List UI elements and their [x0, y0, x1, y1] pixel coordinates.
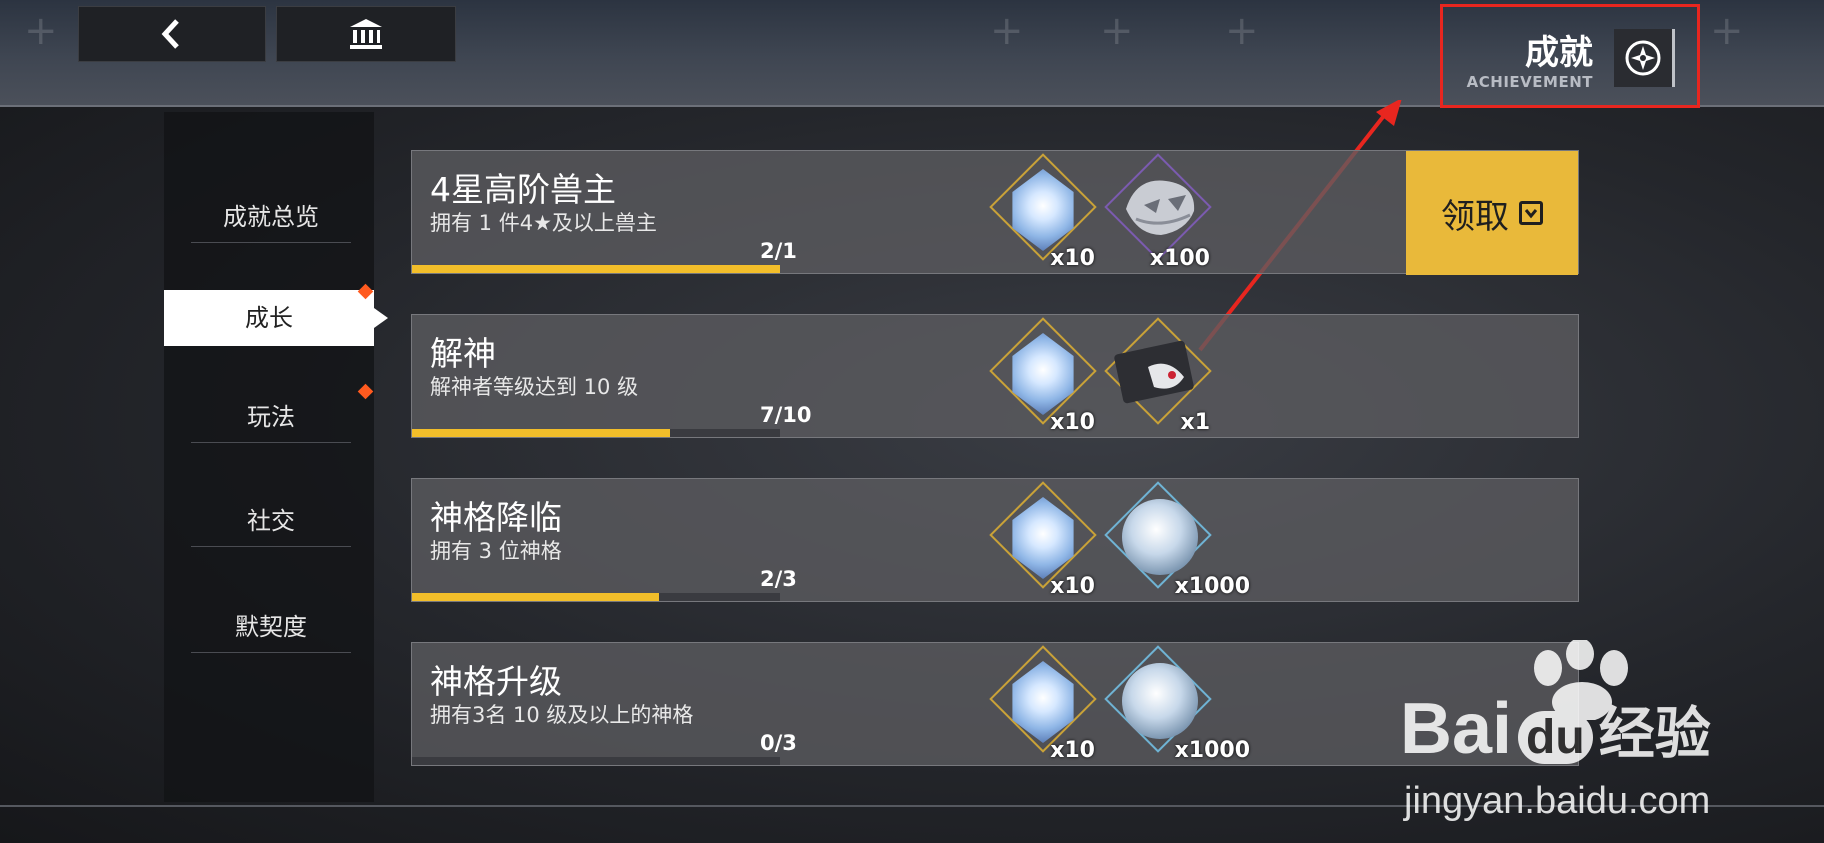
sidebar: 成就总览 成长 玩法 社交 默契度	[164, 112, 388, 802]
page-title: 成就	[1525, 33, 1593, 73]
achievement-desc: 拥有 3 位神格	[430, 539, 562, 563]
watermark-url: jingyan.baidu.com	[1404, 780, 1711, 822]
reward-qty: x100	[1149, 246, 1210, 271]
claim-label: 领取	[1441, 196, 1509, 237]
sidebar-item-label: 社交	[247, 507, 295, 535]
reward-qty: x1000	[1174, 574, 1250, 599]
sidebar-item-tacit[interactable]: 默契度	[191, 602, 351, 653]
progress-text: 0/3	[760, 731, 797, 755]
reward-item[interactable]: x100	[1102, 153, 1212, 273]
reward-qty: x10	[1050, 738, 1095, 763]
active-pointer	[374, 308, 388, 328]
reward-item[interactable]: x1	[1102, 317, 1212, 437]
achievement-title: 4星高阶兽主	[430, 170, 616, 209]
baidu-watermark: Bai du 经验 jingyan.baidu.com	[1400, 640, 1820, 840]
notification-dot	[357, 383, 374, 400]
sidebar-item-label: 成就总览	[223, 203, 319, 231]
progress-text: 2/3	[760, 567, 797, 591]
sidebar-item-gameplay[interactable]: 玩法	[191, 392, 351, 443]
decor-plus: +	[1225, 8, 1259, 54]
decor-plus: +	[1710, 8, 1744, 54]
back-button[interactable]	[78, 6, 266, 62]
achievement-card: 解神 解神者等级达到 10 级 7/10 x10 x1	[411, 314, 1579, 438]
reward-qty: x1	[1180, 410, 1211, 435]
achievement-desc: 解神者等级达到 10 级	[430, 375, 639, 399]
achievement-title: 神格降临	[430, 498, 562, 537]
progress-bar	[412, 593, 780, 601]
top-bar: + + + + + 成就 ACHIEVEMENT	[0, 0, 1824, 108]
progress-bar	[412, 757, 780, 765]
watermark-brand-du: du	[1518, 711, 1593, 764]
achievement-title: 解神	[430, 334, 496, 373]
divinity-sphere-icon	[1122, 663, 1198, 739]
progress-bar	[412, 429, 780, 437]
progress-fill	[412, 593, 659, 601]
reward-item[interactable]: x10	[987, 481, 1097, 601]
progress-text: 7/10	[760, 403, 812, 427]
progress-bar	[412, 265, 780, 273]
achievement-desc: 拥有 1 件4★及以上兽主	[430, 211, 657, 235]
home-button[interactable]	[276, 6, 456, 62]
reward-qty: x10	[1050, 246, 1095, 271]
reward-item[interactable]: x1000	[1102, 481, 1252, 601]
bank-building-icon	[350, 19, 382, 49]
decor-plus: +	[24, 8, 58, 54]
reward-qty: x1000	[1174, 738, 1250, 763]
page-title-highlight: 成就 ACHIEVEMENT	[1440, 4, 1700, 108]
achievement-card: 神格降临 拥有 3 位神格 2/3 x10 x1000	[411, 478, 1579, 602]
reward-item[interactable]: x10	[987, 153, 1097, 273]
achievement-title: 神格升级	[430, 662, 562, 701]
watermark-brand-cn: 经验	[1598, 702, 1711, 765]
divinity-sphere-icon	[1122, 499, 1198, 575]
achievement-card: 4星高阶兽主 拥有 1 件4★及以上兽主 2/1 x10 x100 领取	[411, 150, 1579, 275]
watermark-brand: Bai	[1400, 689, 1513, 769]
reward-item[interactable]: x1000	[1102, 645, 1252, 765]
page-subtitle: ACHIEVEMENT	[1466, 73, 1593, 91]
achievement-button[interactable]	[1614, 29, 1675, 87]
reward-qty: x10	[1050, 574, 1095, 599]
chevron-left-icon	[161, 19, 179, 49]
decor-plus: +	[1100, 8, 1134, 54]
sidebar-item-growth[interactable]: 成长	[164, 290, 388, 346]
reward-item[interactable]: x10	[987, 317, 1097, 437]
sidebar-item-social[interactable]: 社交	[191, 496, 351, 547]
sidebar-item-label: 成长	[245, 304, 293, 332]
compass-star-icon	[1625, 40, 1661, 76]
download-icon	[1519, 201, 1543, 225]
progress-fill	[412, 429, 670, 437]
beast-helmet-icon	[1126, 180, 1195, 235]
progress-text: 2/1	[760, 239, 797, 263]
achievement-desc: 拥有3名 10 级及以上的神格	[430, 703, 694, 727]
reward-item[interactable]: x10	[987, 645, 1097, 765]
decor-plus: +	[990, 8, 1024, 54]
sidebar-item-label: 玩法	[247, 403, 295, 431]
progress-fill	[412, 265, 780, 273]
karma-card-icon	[1114, 340, 1194, 404]
sidebar-item-label: 默契度	[235, 613, 307, 641]
reward-qty: x10	[1050, 410, 1095, 435]
sidebar-item-overview[interactable]: 成就总览	[191, 192, 351, 243]
claim-button[interactable]: 领取	[1406, 151, 1578, 275]
